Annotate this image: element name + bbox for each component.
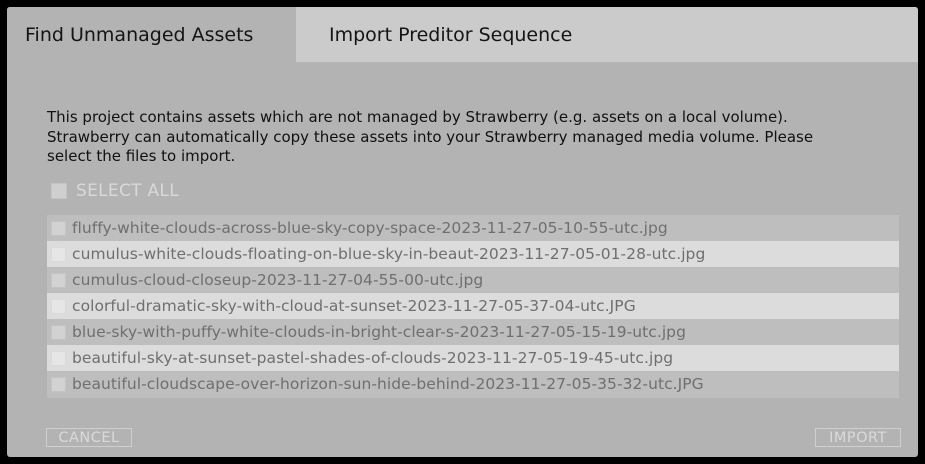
checkbox-icon[interactable] — [51, 272, 66, 288]
description-line: This project contains assets which are n… — [47, 108, 788, 126]
checkbox-icon[interactable] — [51, 246, 66, 262]
checkbox-icon[interactable] — [51, 376, 66, 392]
checkbox-icon[interactable] — [51, 350, 66, 366]
file-name: beautiful-sky-at-sunset-pastel-shades-of… — [72, 349, 674, 367]
file-name: cumulus-white-clouds-floating-on-blue-sk… — [72, 245, 706, 263]
file-row[interactable]: cumulus-white-clouds-floating-on-blue-sk… — [47, 241, 899, 267]
description-line: select the files to import. — [47, 147, 236, 165]
file-name: fluffy-white-clouds-across-blue-sky-copy… — [72, 219, 668, 237]
select-all-checkbox[interactable]: SELECT ALL — [51, 181, 179, 201]
tab-find-unmanaged-assets[interactable]: Find Unmanaged Assets — [7, 7, 296, 62]
file-row[interactable]: beautiful-sky-at-sunset-pastel-shades-of… — [47, 345, 899, 371]
file-list: fluffy-white-clouds-across-blue-sky-copy… — [47, 215, 899, 398]
file-row[interactable]: cumulus-cloud-closeup-2023-11-27-04-55-0… — [47, 267, 899, 293]
file-row[interactable]: fluffy-white-clouds-across-blue-sky-copy… — [47, 215, 899, 241]
file-name: colorful-dramatic-sky-with-cloud-at-suns… — [72, 297, 636, 315]
checkbox-icon[interactable] — [51, 324, 66, 340]
checkbox-icon[interactable] — [51, 183, 67, 199]
file-row[interactable]: colorful-dramatic-sky-with-cloud-at-suns… — [47, 293, 899, 319]
cancel-button[interactable]: CANCEL — [46, 428, 132, 447]
select-all-label: SELECT ALL — [76, 181, 179, 201]
find-unmanaged-assets-dialog: Find Unmanaged Assets Import Preditor Se… — [7, 7, 918, 457]
file-name: beautiful-cloudscape-over-horizon-sun-hi… — [72, 375, 704, 393]
checkbox-icon[interactable] — [51, 220, 66, 236]
file-row[interactable]: blue-sky-with-puffy-white-clouds-in-brig… — [47, 319, 899, 345]
import-button[interactable]: IMPORT — [815, 428, 901, 447]
file-name: blue-sky-with-puffy-white-clouds-in-brig… — [72, 323, 686, 341]
checkbox-icon[interactable] — [51, 298, 66, 314]
file-name: cumulus-cloud-closeup-2023-11-27-04-55-0… — [72, 271, 484, 289]
tab-label: Import Preditor Sequence — [329, 23, 573, 46]
tab-label: Find Unmanaged Assets — [25, 23, 254, 46]
tab-bar: Find Unmanaged Assets Import Preditor Se… — [7, 7, 918, 62]
tab-import-preditor-sequence[interactable]: Import Preditor Sequence — [311, 7, 611, 62]
file-row[interactable]: beautiful-cloudscape-over-horizon-sun-hi… — [47, 371, 899, 397]
description-line: Strawberry can automatically copy these … — [47, 127, 814, 146]
description-text: This project contains assets which are n… — [47, 108, 907, 167]
